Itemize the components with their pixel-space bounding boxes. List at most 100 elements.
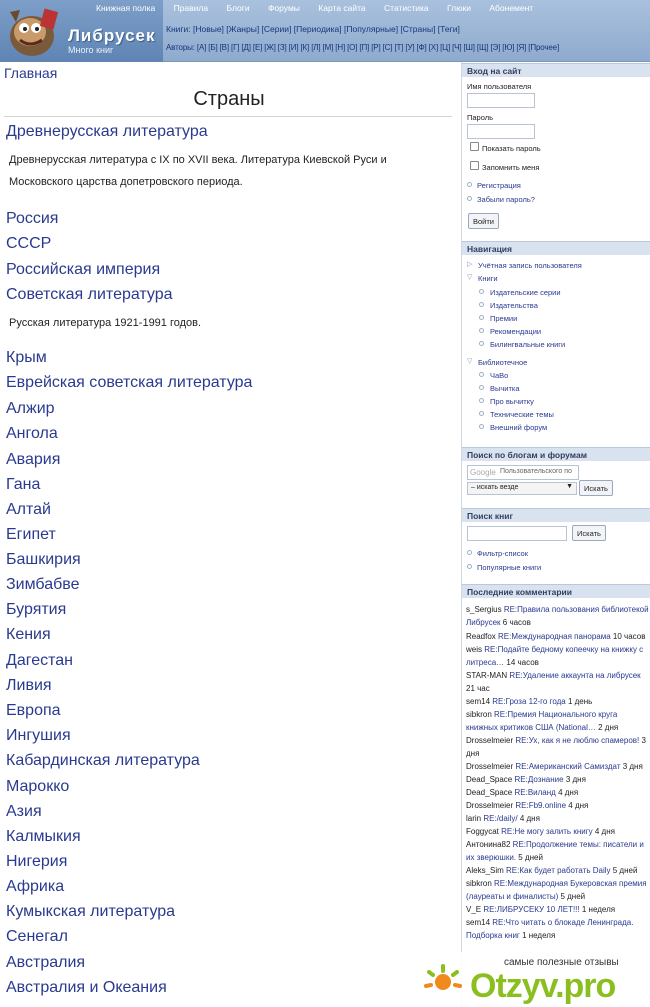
comment-link[interactable]: RE:Как будет работать Daily (506, 866, 610, 875)
nav-link-blogs[interactable]: Блоги (226, 3, 249, 13)
bullet-icon (479, 398, 484, 403)
country-link[interactable]: Африка (6, 878, 64, 896)
comment-link[interactable]: RE:Ух, как я не люблю спамеров! (515, 736, 639, 745)
country-link[interactable]: Алтай (6, 501, 51, 519)
mascot-logo-icon (10, 8, 59, 56)
book-search-block-heading: Поиск книг (462, 508, 650, 522)
country-link[interactable]: Калмыкия (6, 828, 81, 846)
nav-link-rules[interactable]: Правила (174, 3, 209, 13)
comment-item: sem14 RE:Что читать о блокаде Ленинграда… (466, 918, 634, 940)
comment-link[interactable]: RE:Удаление аккаунта на либрусек (509, 671, 640, 680)
country-link[interactable]: СССР (6, 235, 51, 253)
register-link[interactable]: Регистрация (477, 181, 521, 190)
authors-alphabet-row[interactable]: Авторы: [А] [Б] [В] [Г] [Д] [Е] [Ж] [З] … (166, 43, 559, 52)
country-link[interactable]: Российская империя (6, 261, 160, 279)
nav-account-link[interactable]: Учётная запись пользователя (478, 261, 582, 270)
book-search-button[interactable]: Искать (572, 525, 606, 541)
page-title: Страны (193, 88, 265, 110)
nav-recommendations-link[interactable]: Рекомендации (490, 327, 541, 336)
country-link[interactable]: Авария (6, 451, 60, 469)
country-link[interactable]: Гана (6, 476, 40, 494)
forgot-password-link[interactable]: Забыли пароль? (477, 195, 535, 204)
site-name[interactable]: Либрусек (68, 26, 156, 46)
comment-link[interactable]: RE:/daily/ (483, 814, 517, 823)
remember-me-checkbox[interactable] (470, 161, 479, 170)
username-input[interactable] (467, 93, 535, 108)
books-links-row[interactable]: Книги: [Новые] [Жанры] [Серии] [Периодик… (166, 24, 460, 34)
comment-link[interactable]: RE:ЛИБРУСЕКУ 10 ЛЕТ!!! (483, 905, 579, 914)
country-link[interactable]: Бурятия (6, 601, 66, 619)
nav-library-link[interactable]: Библиотечное (478, 358, 527, 367)
country-link[interactable]: Ливия (6, 677, 52, 695)
book-search-input[interactable] (467, 526, 567, 541)
nav-link-bugs[interactable]: Глюки (447, 3, 471, 13)
country-link[interactable]: Крым (6, 349, 47, 367)
search-scope-select[interactable]: – искать везде ▼ (467, 482, 577, 495)
breadcrumb[interactable]: Главная (4, 65, 57, 81)
bullet-icon (479, 424, 484, 429)
country-link[interactable]: Зимбабве (6, 576, 80, 594)
country-link[interactable]: Ангола (6, 425, 58, 443)
country-link[interactable]: Кумыкская литература (6, 903, 175, 921)
country-link[interactable]: Башкирия (6, 551, 81, 569)
comment-item: Антонина82 RE:Продолжение темы: писатели… (466, 840, 644, 862)
blog-search-button[interactable]: Искать (579, 480, 613, 496)
nav-external-forum-link[interactable]: Внешний форум (490, 423, 547, 432)
comment-item: weis RE:Подайте бедному копеечку на книж… (466, 645, 644, 667)
bullet-icon (479, 372, 484, 377)
country-link[interactable]: Сенегал (6, 928, 68, 946)
country-link[interactable]: Еврейская советская литература (6, 374, 252, 392)
comment-link[interactable]: RE:Подайте бедному копеечку на книжку с … (466, 645, 643, 667)
country-link[interactable]: Австралия и Океания (6, 979, 167, 997)
comment-item: Dead_Space RE:Дознание 3 дня (466, 775, 586, 784)
nav-link-subscription[interactable]: Абонемент (489, 3, 533, 13)
bullet-icon (467, 196, 472, 201)
show-password-checkbox[interactable] (470, 142, 479, 151)
nav-proofreading-link[interactable]: Вычитка (490, 384, 520, 393)
country-link[interactable]: Нигерия (6, 853, 67, 871)
comment-link[interactable]: RE:Международная Букеровская премия (лау… (466, 879, 647, 901)
nav-publishers-link[interactable]: Издательства (490, 301, 538, 310)
nav-faq-link[interactable]: ЧаВо (490, 371, 508, 380)
nav-link-sitemap[interactable]: Карта сайта (318, 3, 365, 13)
country-description: Русская литература 1921-1991 годов. (9, 317, 202, 329)
comment-link[interactable]: RE:Виланд (515, 788, 556, 797)
comment-link[interactable]: RE:Гроза 12-го года (492, 697, 565, 706)
comment-link[interactable]: RE:Международная панорама (498, 632, 611, 641)
nav-books-link[interactable]: Книги (478, 274, 498, 283)
country-link[interactable]: Марокко (6, 778, 69, 796)
country-link[interactable]: Египет (6, 526, 56, 544)
nav-bilingual-link[interactable]: Билингвальные книги (490, 340, 565, 349)
popular-books-link[interactable]: Популярные книги (477, 563, 541, 572)
country-link[interactable]: Советская литература (6, 286, 173, 304)
nav-about-proofreading-link[interactable]: Про вычитку (490, 397, 534, 406)
country-link[interactable]: Ингушия (6, 727, 71, 745)
country-link[interactable]: Древнерусская литература (6, 123, 208, 141)
country-link[interactable]: Австралия (6, 954, 85, 972)
password-input[interactable] (467, 124, 535, 139)
comment-link[interactable]: RE:Не могу залить книгу (501, 827, 593, 836)
country-link[interactable]: Россия (6, 210, 58, 228)
bullet-icon (479, 341, 484, 346)
password-label: Пароль (467, 113, 494, 122)
comment-link[interactable]: RE:Fb9.online (515, 801, 566, 810)
country-link[interactable]: Дагестан (6, 652, 73, 670)
comment-link[interactable]: RE:Американский Самиздат (515, 762, 620, 771)
comment-link[interactable]: RE:Дознание (515, 775, 564, 784)
country-link[interactable]: Алжир (6, 400, 55, 418)
country-link[interactable]: Азия (6, 803, 42, 821)
comment-item: sem14 RE:Гроза 12-го года 1 день (466, 697, 593, 706)
country-link[interactable]: Кения (6, 626, 51, 644)
nav-link-statistics[interactable]: Статистика (384, 3, 429, 13)
country-link[interactable]: Европа (6, 702, 61, 720)
filter-list-link[interactable]: Фильтр-список (477, 549, 528, 558)
nav-tech-topics-link[interactable]: Технические темы (490, 410, 554, 419)
nav-publisher-series-link[interactable]: Издательские серии (490, 288, 561, 297)
show-password-label: Показать пароль (482, 144, 541, 153)
nav-awards-link[interactable]: Премии (490, 314, 517, 323)
nav-link-forums[interactable]: Форумы (268, 3, 300, 13)
login-button[interactable]: Войти (468, 213, 499, 229)
google-label: Google (470, 468, 496, 477)
country-link[interactable]: Кабардинская литература (6, 752, 200, 770)
nav-link-bookshelf[interactable]: Книжная полка (96, 3, 155, 13)
